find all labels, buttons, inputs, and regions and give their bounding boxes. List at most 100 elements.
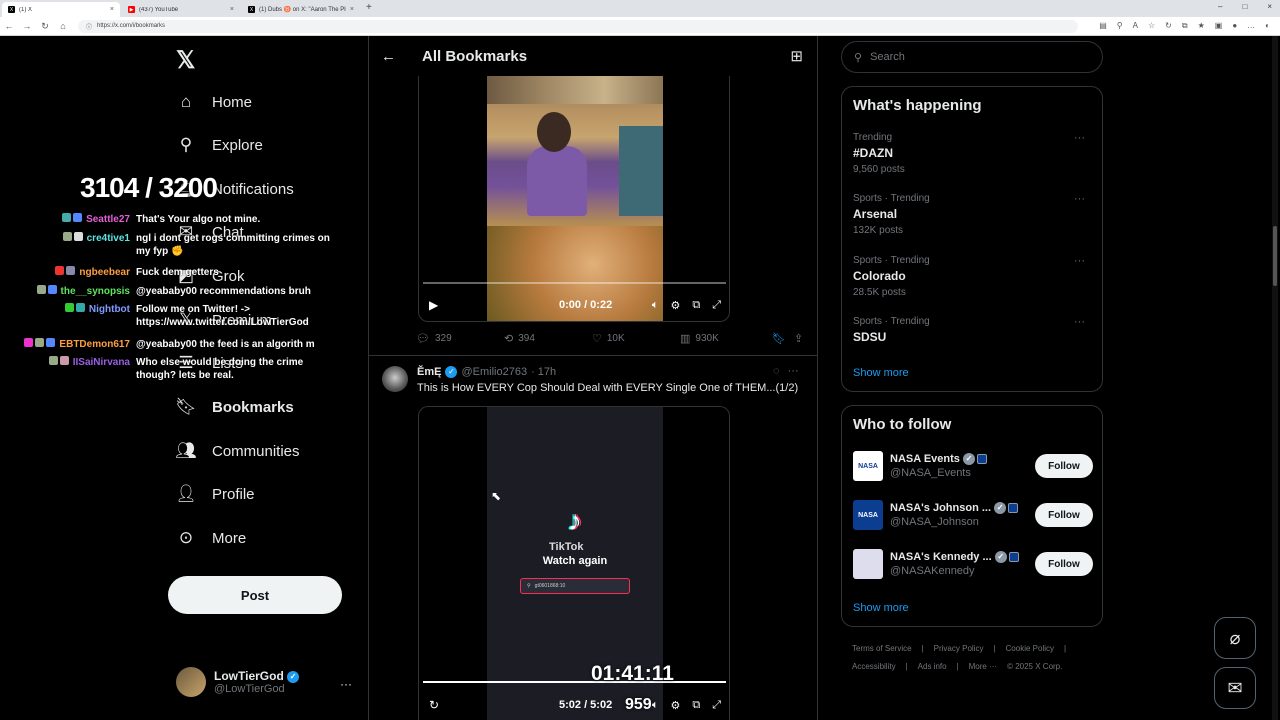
communities-icon: 👥︎: [175, 441, 197, 460]
show-more-link[interactable]: Show more: [853, 602, 909, 614]
sidebar-item-label: Home: [212, 93, 253, 111]
video-progress-bar[interactable]: [423, 681, 726, 683]
close-icon[interactable]: ×: [110, 6, 114, 13]
page-scrollbar[interactable]: [1272, 36, 1278, 720]
like-button[interactable]: ♡ 10K: [592, 332, 680, 345]
collections-icon[interactable]: ▣: [1215, 21, 1223, 31]
reply-button[interactable]: 💬︎ 329: [416, 332, 504, 345]
verified-icon: ✓: [994, 551, 1007, 564]
video-progress-bar[interactable]: [423, 282, 726, 284]
settings-dots-icon[interactable]: …: [1247, 21, 1255, 31]
chat-message: ngbeebear Fuck dem getters: [4, 266, 334, 279]
more-dots-icon[interactable]: ···: [1074, 193, 1085, 205]
show-more-link[interactable]: Show more: [853, 367, 909, 379]
follow-button[interactable]: Follow: [1035, 552, 1093, 576]
post-button[interactable]: Post: [168, 576, 342, 614]
tweet-time[interactable]: · 17h: [531, 366, 556, 378]
url-field[interactable]: ⓘ https://x.com/i/bookmarks: [78, 19, 1078, 33]
views-button[interactable]: ▥ 930K: [680, 332, 772, 345]
footer-link[interactable]: More ···: [969, 662, 997, 671]
close-icon[interactable]: ×: [230, 6, 234, 13]
more-dots-icon[interactable]: ···: [1074, 316, 1085, 328]
trend-item[interactable]: Sports · Trending Colorado 28.5K posts ·…: [853, 255, 1093, 298]
play-icon[interactable]: ▶: [429, 298, 438, 312]
follow-suggestion[interactable]: NASA NASA's Johnson ... ✓ @NASA_Johnson …: [853, 498, 1093, 532]
more-dots-icon[interactable]: ···: [788, 365, 799, 377]
search-input[interactable]: ⚲ Search: [841, 41, 1103, 73]
close-window-icon[interactable]: ×: [1267, 2, 1272, 11]
follow-suggestion[interactable]: NASA NASA Events ✓ @NASA_Events Follow: [853, 449, 1093, 483]
volume-icon[interactable]: 🔈︎: [652, 699, 659, 712]
forward-icon[interactable]: →: [18, 21, 36, 31]
fullscreen-icon[interactable]: ⤢: [712, 699, 721, 712]
favorite-icon[interactable]: ☆: [1148, 21, 1155, 31]
author-name[interactable]: ĔmĘ: [417, 366, 441, 378]
grok-explain-icon[interactable]: ◌: [773, 365, 780, 377]
pip-icon[interactable]: ⧉: [692, 299, 700, 312]
footer-link[interactable]: Terms of Service: [852, 644, 912, 653]
reload-icon[interactable]: ↻: [36, 21, 54, 32]
page-title: All Bookmarks: [422, 47, 528, 65]
copilot-icon[interactable]: ◐: [1265, 21, 1270, 31]
home-page-icon[interactable]: ⌂: [54, 21, 72, 31]
sidebar-item-communities[interactable]: 👥︎ Communities: [175, 441, 299, 461]
volume-icon[interactable]: 🔈︎: [652, 299, 659, 312]
replay-icon[interactable]: ↻: [429, 698, 439, 712]
browser-tab-youtube[interactable]: ▶ (437) YouTube ×: [122, 2, 240, 17]
avatar[interactable]: [382, 366, 408, 392]
fullscreen-icon[interactable]: ⤢: [712, 299, 721, 312]
sidebar-item-explore[interactable]: ⚲ Explore: [176, 135, 263, 155]
sidebar-item-more[interactable]: ⊙ More: [176, 528, 246, 548]
footer-link[interactable]: Ads info: [918, 662, 947, 671]
bookmark-folder-add-icon[interactable]: ⊞: [790, 47, 803, 65]
messages-floating-button[interactable]: ✉: [1214, 667, 1256, 709]
sidebar-item-profile[interactable]: 👤︎ Profile: [175, 484, 254, 504]
tweet-video[interactable]: ♪ TikTok Watch again ⚲ gt0601868:10 ↻ 5:…: [418, 406, 730, 720]
sidebar-item-home[interactable]: ⌂ Home: [176, 92, 252, 112]
browser-tab-dubs[interactable]: X (1) Dubs ♉ on X: "Aaron The Plu… ×: [242, 2, 360, 17]
profile-icon: 👤︎: [175, 484, 197, 503]
follow-button[interactable]: Follow: [1035, 503, 1093, 527]
more-dots-icon[interactable]: ···: [1074, 255, 1085, 267]
close-icon[interactable]: ×: [350, 6, 354, 13]
trend-item[interactable]: Sports · Trending SDSU ···: [853, 316, 1093, 344]
affiliate-badge-icon: [1008, 552, 1019, 563]
repost-button[interactable]: ⟲ 394: [504, 332, 592, 345]
footer-link[interactable]: Privacy Policy: [934, 644, 984, 653]
minimize-icon[interactable]: –: [1218, 2, 1222, 11]
footer-link[interactable]: Cookie Policy: [1006, 644, 1054, 653]
more-dots-icon[interactable]: ···: [1074, 132, 1085, 144]
back-arrow-icon[interactable]: ←: [381, 48, 396, 65]
read-aloud-icon[interactable]: A: [1133, 21, 1138, 31]
trend-item[interactable]: Trending #DAZN 9,560 posts ···: [853, 132, 1093, 175]
x-logo-icon[interactable]: 𝕏: [176, 46, 195, 75]
chat-message: the__synopsis @yeababy00 recommendations…: [4, 285, 334, 298]
stream-counter: 3104 / 3200: [80, 172, 218, 203]
bookmark-button[interactable]: 🔖︎: [772, 332, 794, 345]
account-switcher[interactable]: LowTierGod ✓ @LowTierGod: [176, 667, 356, 697]
more-dots-icon[interactable]: ···: [340, 677, 352, 691]
site-info-icon[interactable]: ⓘ: [86, 22, 92, 31]
settings-gear-icon[interactable]: ⚙: [670, 299, 680, 312]
new-tab-button[interactable]: +: [366, 2, 372, 17]
browser-tab-x[interactable]: X (1) X ×: [2, 2, 120, 17]
refresh-icon[interactable]: ↻: [1165, 21, 1172, 31]
footer-link[interactable]: Accessibility: [852, 662, 896, 671]
pip-icon[interactable]: ⧉: [692, 699, 700, 712]
maximize-icon[interactable]: □: [1242, 2, 1247, 11]
grok-floating-button[interactable]: ⌀: [1214, 617, 1256, 659]
author-handle[interactable]: @Emilio2763: [461, 366, 527, 378]
split-icon[interactable]: ⧉: [1182, 21, 1188, 31]
trend-item[interactable]: Sports · Trending Arsenal 132K posts ···: [853, 193, 1093, 236]
back-icon[interactable]: ←: [0, 21, 18, 31]
favorites-icon[interactable]: ★: [1198, 21, 1205, 31]
share-button[interactable]: ⇪: [794, 332, 803, 345]
sidebar-item-bookmarks[interactable]: 🔖︎ Bookmarks: [175, 397, 294, 417]
zoom-icon[interactable]: ⚲: [1117, 21, 1123, 31]
settings-gear-icon[interactable]: ⚙: [670, 699, 680, 712]
tweet-video[interactable]: ▶ 0:00 / 0:22 🔈︎ ⚙ ⧉ ⤢: [418, 76, 730, 322]
reader-icon[interactable]: ▤: [1099, 21, 1107, 31]
follow-button[interactable]: Follow: [1035, 454, 1093, 478]
follow-suggestion[interactable]: NASA's Kennedy ... ✓ @NASAKennedy Follow: [853, 547, 1093, 581]
profile-avatar-icon[interactable]: ●: [1232, 21, 1237, 31]
